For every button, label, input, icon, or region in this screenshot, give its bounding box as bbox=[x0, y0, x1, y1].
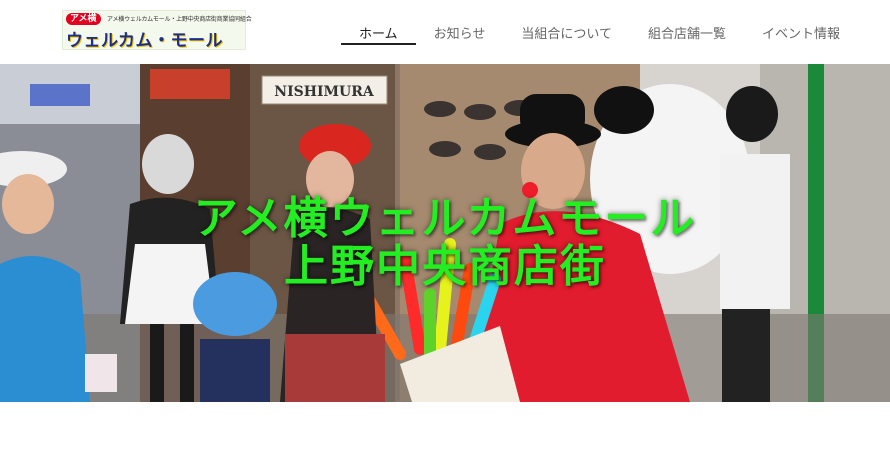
main-nav: ホーム お知らせ 当組合について 組合店舗一覧 イベント情報 bbox=[340, 0, 858, 64]
nav-store-list[interactable]: 組合店舗一覧 bbox=[630, 0, 744, 64]
hero-title-line2: 上野中央商店街 bbox=[284, 241, 606, 292]
site-logo[interactable]: アメ横 アメ横ウェルカムモール・上野中央商店街商業協同組合 ウェルカム・モール bbox=[62, 10, 252, 51]
nav-about[interactable]: 当組合について bbox=[503, 0, 630, 64]
nav-news[interactable]: お知らせ bbox=[416, 0, 504, 64]
hero-banner: NISHIMURA アメ横ウェルカムモール 上野中央商店街 bbox=[0, 64, 890, 402]
site-header: アメ横 アメ横ウェルカムモール・上野中央商店街商業協同組合 ウェルカム・モール … bbox=[0, 0, 890, 64]
nav-home[interactable]: ホーム bbox=[340, 0, 416, 64]
shop-sign: NISHIMURA bbox=[274, 84, 375, 100]
logo-main-text: ウェルカム・モール bbox=[66, 31, 223, 51]
logo-subtitle: アメ横ウェルカムモール・上野中央商店街商業協同組合 bbox=[107, 16, 252, 23]
logo-badge: アメ横 bbox=[66, 13, 101, 25]
nav-events[interactable]: イベント情報 bbox=[744, 0, 858, 64]
